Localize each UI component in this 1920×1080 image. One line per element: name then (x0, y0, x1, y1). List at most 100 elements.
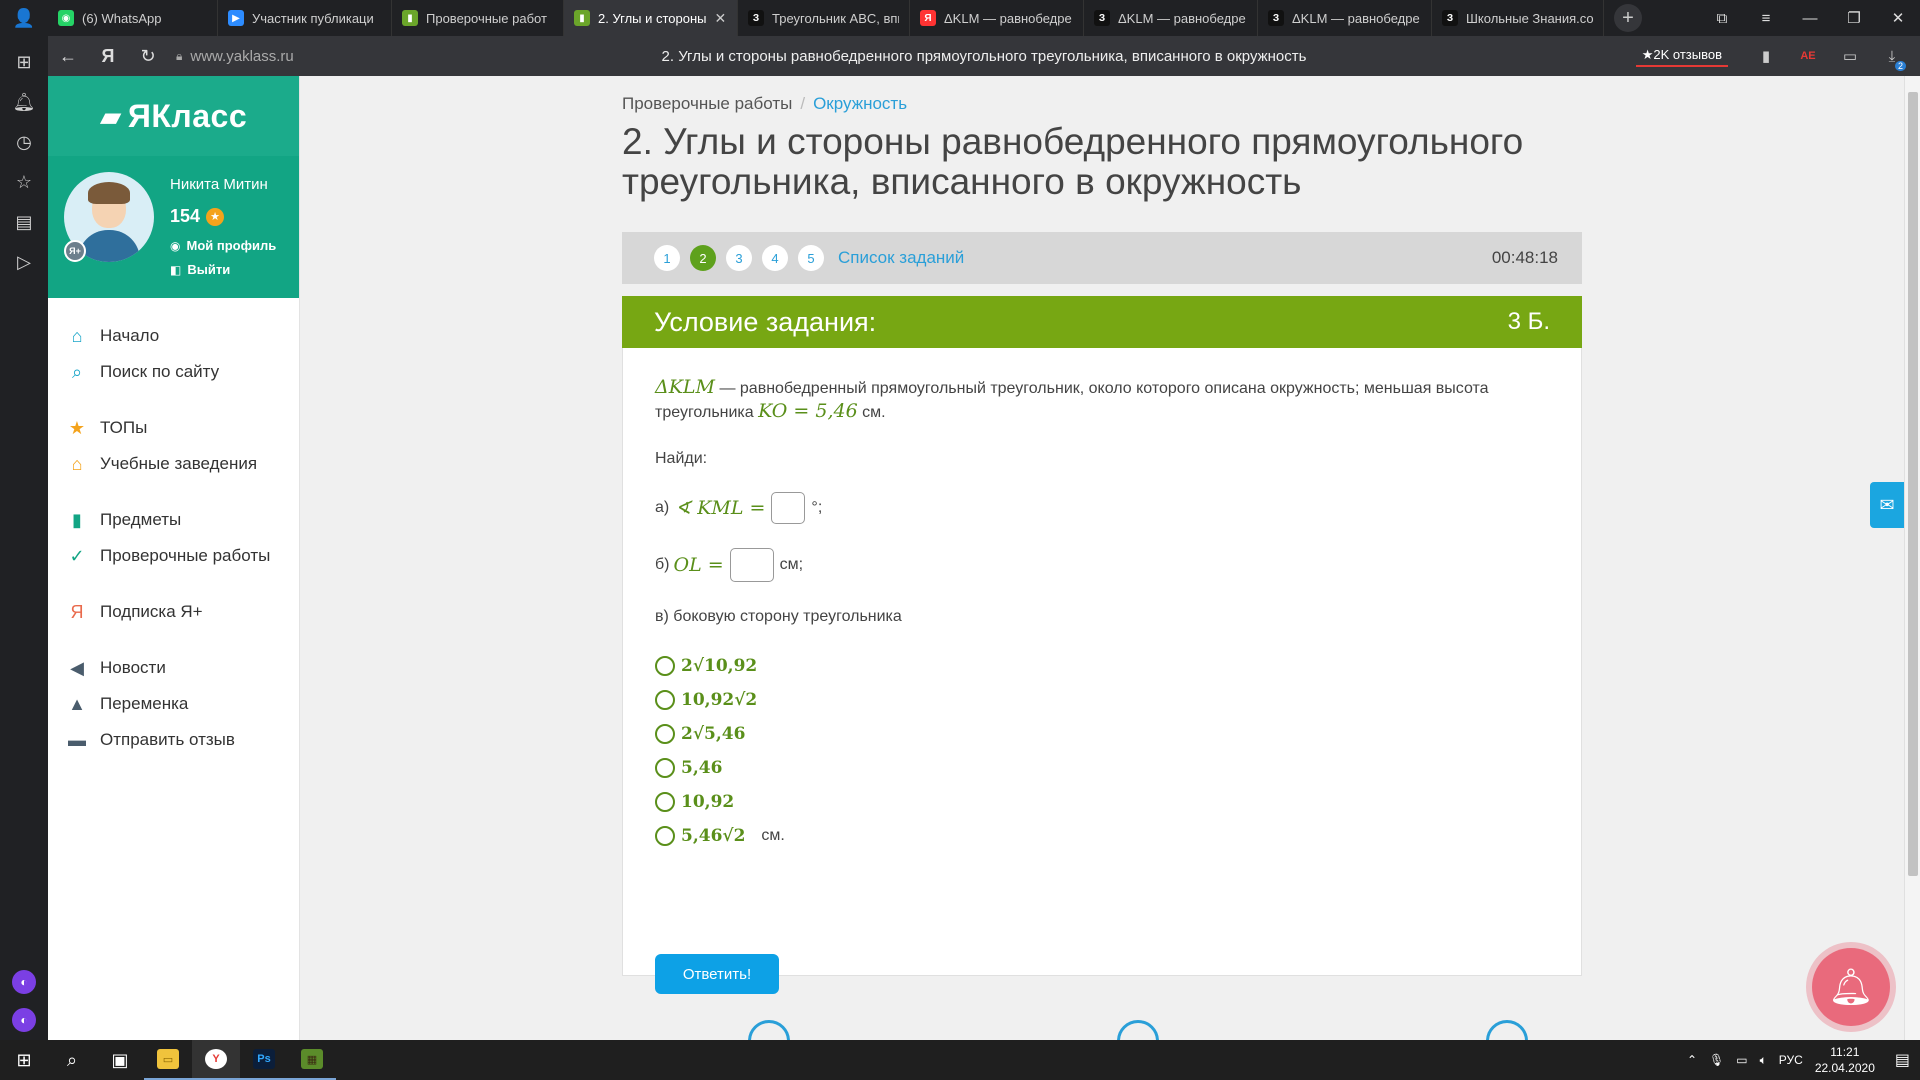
feedback-mail-icon[interactable]: ✉ (1870, 482, 1904, 528)
submit-answer-button[interactable]: Ответить! (655, 954, 779, 994)
reload-button[interactable]: ↻ (128, 46, 168, 67)
adblock-extension-icon[interactable]: AE (1790, 50, 1826, 62)
notification-bell-icon[interactable]: 🔔︎ (1812, 948, 1890, 1026)
tab-2[interactable]: ▮ Проверочные работ (392, 0, 564, 36)
answer-option[interactable]: 2√5,46 (655, 722, 1549, 746)
tab-5[interactable]: Я ΔKLM — равнобедре (910, 0, 1084, 36)
main-content: Проверочные работы / Окружность 2. Углы и … (622, 76, 1582, 994)
tab-8[interactable]: З Школьные Знания.со (1432, 0, 1604, 36)
sidebar-item[interactable]: ▮ Предметы (48, 502, 299, 538)
tab-title: Треугольник ABC, впи (772, 10, 899, 26)
tab-1[interactable]: ▶ Участник публикаци (218, 0, 392, 36)
question-b-math: OL = (673, 554, 724, 576)
sidebar-item[interactable]: ⌕ Поиск по сайту (48, 354, 299, 390)
task-number-2[interactable]: 2 (690, 245, 716, 271)
ol-answer-input[interactable] (729, 548, 774, 582)
tabs-icon[interactable]: ⧉ (1700, 10, 1744, 27)
sidebar-item[interactable]: ⌂ Учебные заведения (48, 446, 299, 482)
close-tab-icon[interactable]: ✕ (715, 10, 727, 27)
radio-button[interactable] (655, 724, 675, 744)
downloads-icon[interactable]: ⤓ 2 (1874, 48, 1910, 71)
sidebar-item[interactable]: ★ ТОПы (48, 410, 299, 446)
tray-chevron-icon[interactable]: ⌃ (1687, 1053, 1697, 1067)
microphone-icon[interactable]: 🎙︎ (1709, 1053, 1724, 1067)
breadcrumb-second[interactable]: Окружность (813, 94, 907, 113)
sidebar-item[interactable]: ✓ Проверочные работы (48, 538, 299, 574)
volume-icon[interactable]: 🔈︎ (1760, 1053, 1767, 1068)
alice-icon[interactable]: ◐ (12, 970, 36, 994)
answer-option[interactable]: 2√10,92 (655, 654, 1549, 678)
breadcrumb: Проверочные работы / Окружность (622, 94, 1582, 114)
maximize-button[interactable]: ❐ (1832, 9, 1876, 27)
task-number-3[interactable]: 3 (726, 245, 752, 271)
bookmarks-star-icon[interactable]: ☆ (0, 162, 48, 202)
logo-book-icon: ▰ (99, 100, 122, 132)
prev-arrow-icon[interactable] (748, 1020, 790, 1040)
answer-option[interactable]: 10,92√2 (655, 688, 1549, 712)
task-number-4[interactable]: 4 (762, 245, 788, 271)
minimize-button[interactable]: — (1788, 10, 1832, 27)
network-icon[interactable]: ▭ (1736, 1053, 1747, 1067)
close-window-button[interactable]: ✕ (1876, 9, 1920, 27)
tab-4[interactable]: З Треугольник ABC, впи (738, 0, 910, 36)
up-arrow-icon[interactable] (1117, 1020, 1159, 1040)
new-tab-button[interactable]: + (1614, 4, 1642, 32)
task-view-icon[interactable]: ▣ (96, 1040, 144, 1080)
answer-option[interactable]: 10,92 (655, 790, 1549, 814)
radio-button[interactable] (655, 690, 675, 710)
radio-button[interactable] (655, 826, 675, 846)
clock[interactable]: 11:21 22.04.2020 (1815, 1044, 1875, 1076)
sidebar-item[interactable]: ⌂ Начало (48, 318, 299, 354)
tab-title: 2. Углы и стороны (598, 10, 707, 26)
user-name[interactable]: Никита Митин (170, 176, 268, 193)
task-number-5[interactable]: 5 (798, 245, 824, 271)
alice-voice-icon[interactable]: ◐ (12, 1008, 36, 1032)
search-taskbar-icon[interactable]: ⌕ (48, 1040, 96, 1080)
option-value: 2√5,46 (681, 724, 746, 744)
apps-grid-icon[interactable]: ⊞ (0, 42, 48, 82)
user-points: 154 ★ (170, 206, 225, 227)
sidebar-item[interactable]: ◀ Новости (48, 650, 299, 686)
site-logo[interactable]: ▰ ЯКласс (48, 76, 299, 156)
language-indicator[interactable]: РУС (1779, 1053, 1803, 1067)
tab-3[interactable]: ▮ 2. Углы и стороны ✕ (564, 0, 738, 36)
media-play-icon[interactable]: ▷ (0, 242, 48, 282)
collections-icon[interactable]: ▤ (0, 202, 48, 242)
radio-button[interactable] (655, 758, 675, 778)
answer-option[interactable]: 5,46 (655, 756, 1549, 780)
reader-mode-icon[interactable]: ▭ (1832, 47, 1868, 65)
windows-start-icon[interactable]: ⊞ (0, 1040, 48, 1080)
notifications-icon[interactable]: 🔔︎ (0, 82, 48, 122)
my-profile-link[interactable]: ◉ Мой профиль (170, 238, 276, 253)
tab-7[interactable]: З ΔKLM — равнобедре (1258, 0, 1432, 36)
radio-button[interactable] (655, 656, 675, 676)
sidebar-item[interactable]: ▬ Отправить отзыв (48, 722, 299, 758)
sidebar-item[interactable]: ▲ Переменка (48, 686, 299, 722)
tab-0[interactable]: ◉ (6) WhatsApp (48, 0, 218, 36)
reviews-button[interactable]: ★2K отзывов (1635, 45, 1728, 67)
tab-6[interactable]: З ΔKLM — равнобедре (1084, 0, 1258, 36)
yandex-browser-icon[interactable]: Y (192, 1040, 240, 1080)
back-button[interactable]: ← (48, 46, 88, 67)
answer-option[interactable]: 5,46√2 см. (655, 824, 1549, 848)
action-center-icon[interactable]: ▤ (1895, 1050, 1910, 1070)
profile-icon[interactable]: 👤 (0, 0, 48, 36)
page-scrollbar[interactable] (1904, 76, 1920, 1040)
breadcrumb-first[interactable]: Проверочные работы (622, 94, 792, 113)
angle-answer-input[interactable] (771, 492, 806, 524)
history-icon[interactable]: ◷ (0, 122, 48, 162)
scrollbar-thumb[interactable] (1908, 92, 1918, 876)
radio-button[interactable] (655, 792, 675, 812)
task-list-link[interactable]: Список заданий (838, 248, 964, 268)
next-arrow-icon[interactable] (1486, 1020, 1528, 1040)
yandex-button[interactable]: Я (88, 46, 128, 67)
minecraft-icon[interactable]: ▦ (288, 1040, 336, 1080)
photoshop-icon[interactable]: Ps (240, 1040, 288, 1080)
url-field[interactable]: 🔒︎ www.yaklass.ru (176, 48, 294, 65)
sidebar-item[interactable]: Я Подписка Я+ (48, 594, 299, 630)
file-explorer-icon[interactable]: ▭ (144, 1040, 192, 1080)
menu-icon[interactable]: ≡ (1744, 10, 1788, 27)
bookmark-icon[interactable]: ▮ (1748, 47, 1784, 65)
task-number-1[interactable]: 1 (654, 245, 680, 271)
logout-link[interactable]: ◧ Выйти (170, 262, 230, 277)
